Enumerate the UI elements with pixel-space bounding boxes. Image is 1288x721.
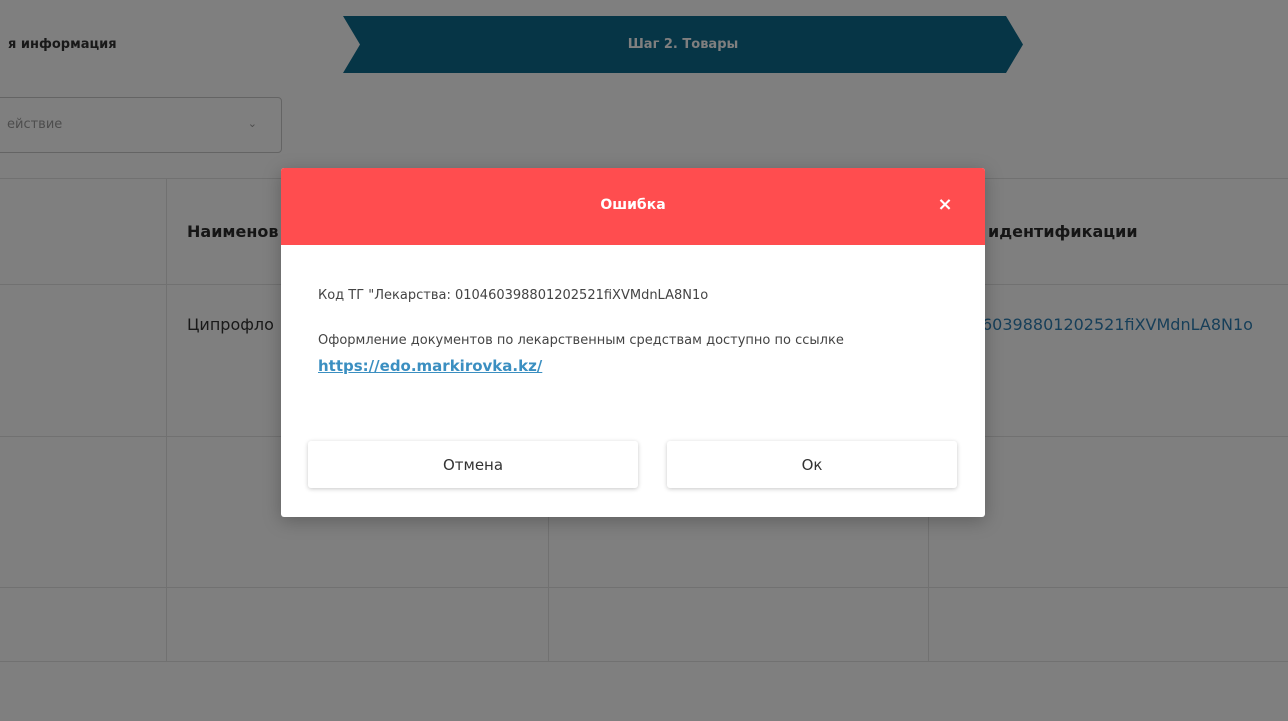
error-modal: Ошибка × Код ТГ "Лекарства: 010460398801… (281, 168, 985, 517)
close-icon[interactable]: × (933, 193, 957, 217)
modal-code-text: Код ТГ "Лекарства: 010460398801202521fiX… (318, 288, 709, 303)
edo-link[interactable]: https://edo.markirovka.kz/ (318, 357, 542, 375)
ok-button[interactable]: Ок (667, 441, 957, 488)
modal-title: Ошибка (600, 197, 666, 213)
modal-info-text: Оформление документов по лекарственным с… (318, 333, 844, 348)
cancel-button[interactable]: Отмена (308, 441, 638, 488)
modal-header: Ошибка × (281, 168, 985, 245)
page: я информация Шаг 2. Товары ействие ⌄ Наи… (0, 0, 1288, 721)
